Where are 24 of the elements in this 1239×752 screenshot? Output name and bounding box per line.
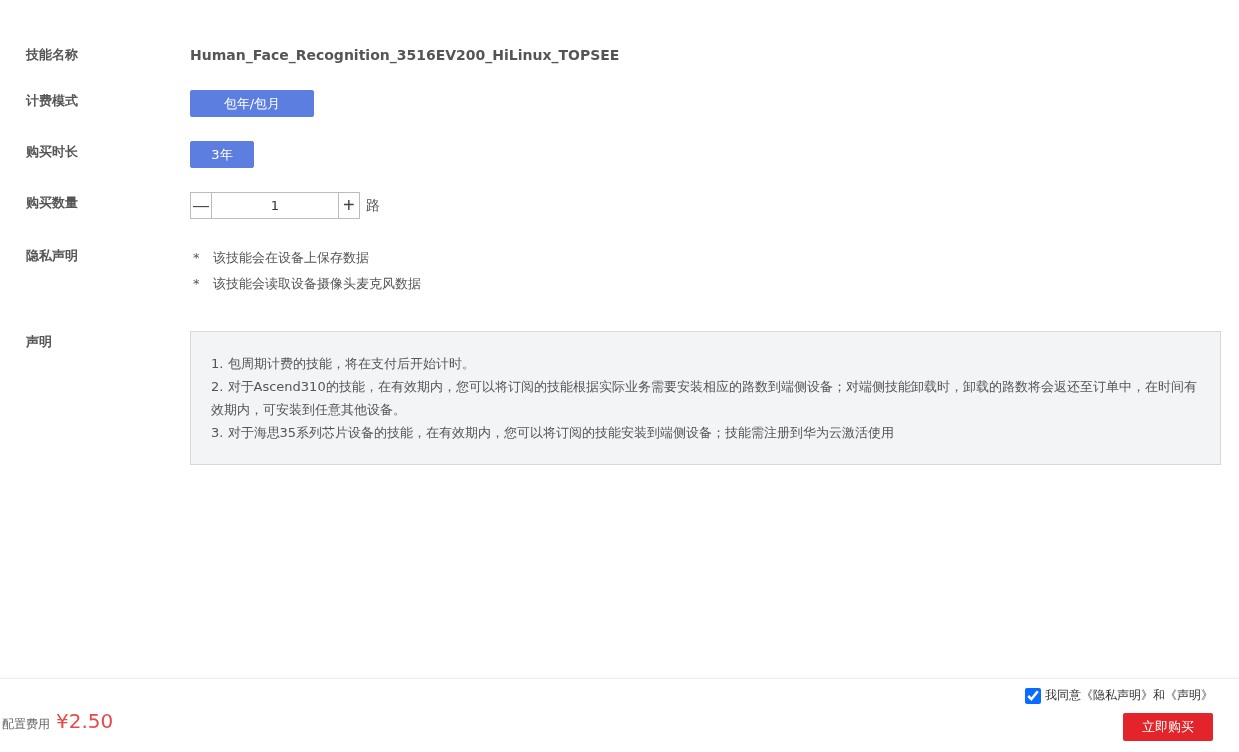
unit-label: 路	[366, 196, 380, 215]
agreement-text: 我同意《隐私声明》和《声明》	[1045, 687, 1213, 704]
quantity-stepper[interactable]: — 1 +	[190, 192, 360, 219]
field-label: 计费模式	[26, 92, 79, 110]
field-label: 购买数量	[26, 194, 79, 212]
asterisk-mark: *	[193, 275, 200, 293]
field-label: 技能名称	[26, 46, 79, 64]
notice-text: 3. 对于海思35系列芯片设备的技能，在有效期内，您可以将订阅的技能安装到端侧设备；技能需注册到华为云激活使用	[211, 424, 896, 442]
privacy-statement: 该技能会读取设备摄像头麦克风数据	[212, 275, 421, 293]
fee-label: 配置费用	[2, 716, 50, 733]
quantity-input[interactable]: 1	[211, 193, 339, 218]
field-label: 购买时长	[26, 143, 79, 161]
notice-text: 2. 对于Ascend310的技能，在有效期内，您可以将订阅的技能根据实际业务需要安装相应的路数到端侧设备；对端侧技能卸载时，卸载的路数将会返还至订单中，在时间有效期内，可安装到任意其他设备。	[211, 378, 1198, 419]
skill-name: Human_Face_Recognition_3516EV200_HiLinux_TOPSEE	[190, 47, 620, 63]
notice-text: 1. 包周期计费的技能，将在支付后开始计时。	[211, 355, 476, 373]
field-label: 声明	[26, 333, 53, 351]
buy-button[interactable]: 立即购买	[1123, 713, 1213, 741]
privacy-statement: 该技能会在设备上保存数据	[212, 249, 369, 267]
asterisk-mark: *	[193, 249, 200, 267]
option-button[interactable]: 包年/包月	[190, 90, 314, 117]
price-text: ¥2.50	[56, 709, 114, 733]
field-label: 隐私声明	[26, 247, 79, 265]
agree-checkbox[interactable]	[1025, 687, 1041, 704]
option-button[interactable]: 3年	[190, 141, 254, 168]
